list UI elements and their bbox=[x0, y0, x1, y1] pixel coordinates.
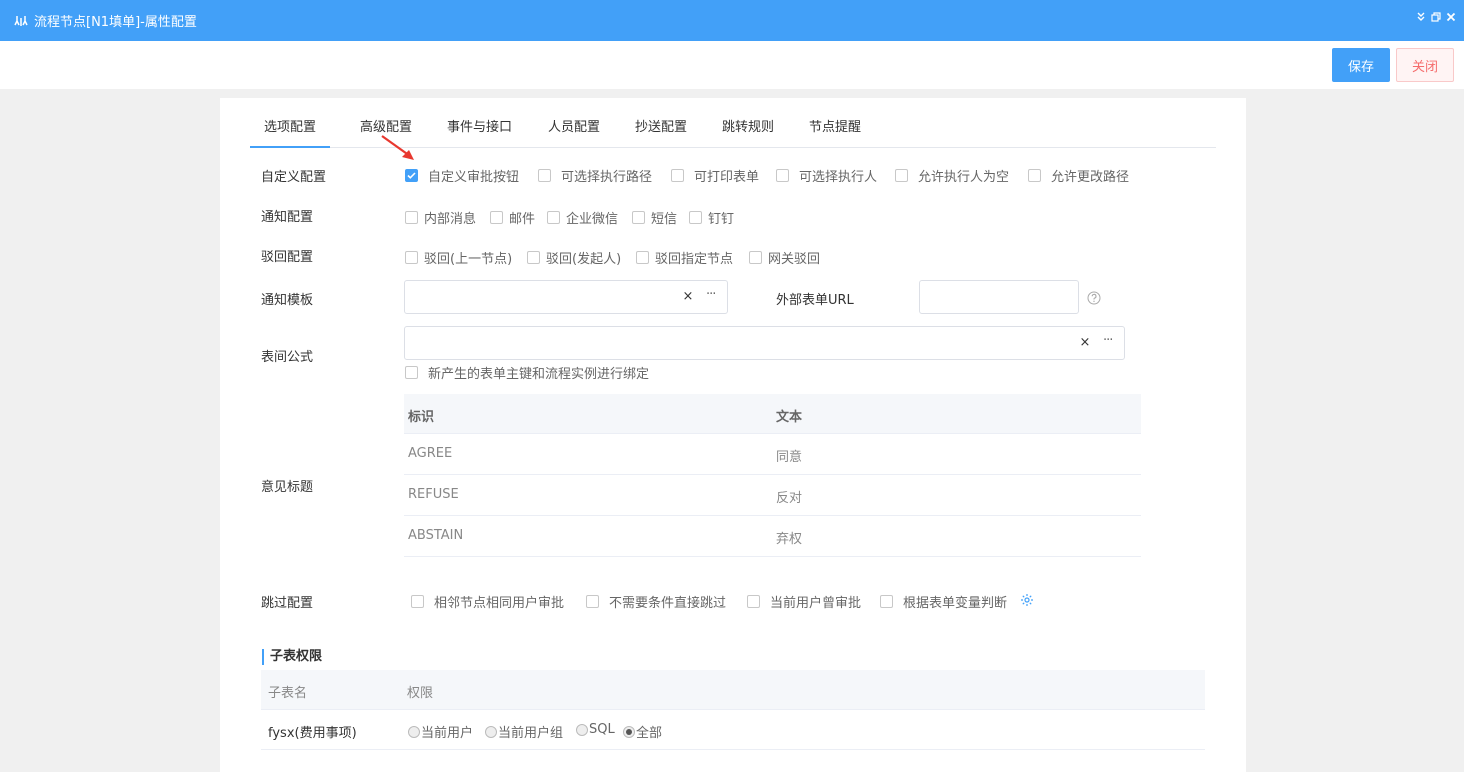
check-icon bbox=[405, 169, 418, 182]
table-header: 标识 文本 bbox=[404, 394, 1141, 434]
allow-change-path-checkbox[interactable]: 允许更改路径 bbox=[1028, 166, 1129, 185]
external-url-input[interactable] bbox=[919, 280, 1079, 314]
custom-approve-button-checkbox[interactable]: 自定义审批按钮 bbox=[405, 166, 519, 185]
allow-empty-executor-checkbox[interactable]: 允许执行人为空 bbox=[895, 166, 1009, 185]
tab-node-reminder[interactable]: 节点提醒 bbox=[809, 108, 861, 148]
subtable-section-title: 子表权限 bbox=[262, 649, 322, 665]
skip-form-variable-checkbox[interactable]: 根据表单变量判断 bbox=[880, 592, 1007, 611]
window-titlebar: 流程节点[N1填单]-属性配置 bbox=[0, 0, 1464, 41]
annotation-arrow-icon bbox=[381, 135, 414, 160]
custom-config-label: 自定义配置 bbox=[261, 170, 327, 185]
column-header-key: 标识 bbox=[408, 410, 435, 425]
formula-label: 表间公式 bbox=[261, 350, 314, 365]
reject-initiator-checkbox[interactable]: 驳回(发起人) bbox=[527, 248, 621, 267]
permission-radio-sql[interactable]: SQL bbox=[576, 722, 615, 737]
external-url-label: 外部表单URL bbox=[776, 293, 854, 308]
permission-radio-all[interactable]: 全部 bbox=[623, 722, 662, 741]
notify-template-label: 通知模板 bbox=[261, 293, 314, 308]
tab-jump-rules[interactable]: 跳转规则 bbox=[722, 108, 774, 148]
table-row[interactable]: REFUSE 反对 bbox=[404, 475, 1141, 516]
reject-previous-checkbox[interactable]: 驳回(上一节点) bbox=[405, 248, 512, 267]
table-row[interactable]: ABSTAIN 弃权 bbox=[404, 516, 1141, 557]
selectable-path-checkbox[interactable]: 可选择执行路径 bbox=[538, 166, 652, 185]
permission-radio-current-group[interactable]: 当前用户组 bbox=[485, 722, 563, 741]
close-icon[interactable] bbox=[1446, 12, 1456, 22]
save-button[interactable]: 保存 bbox=[1332, 48, 1390, 82]
collapse-icon[interactable] bbox=[1416, 12, 1426, 22]
reject-config-label: 驳回配置 bbox=[261, 250, 314, 265]
close-button[interactable]: 关闭 bbox=[1396, 48, 1454, 82]
notify-internal-checkbox[interactable]: 内部消息 bbox=[405, 208, 476, 227]
permission-radio-current-user[interactable]: 当前用户 bbox=[408, 722, 473, 741]
table-row: fysx(费用事项) 当前用户 当前用户组 SQL 全部 bbox=[261, 710, 1205, 750]
tab-options[interactable]: 选项配置 bbox=[250, 108, 330, 148]
clear-icon[interactable]: × bbox=[682, 290, 694, 304]
subtable-permission-table: 子表名 权限 fysx(费用事项) 当前用户 当前用户组 SQL 全部 bbox=[261, 670, 1205, 750]
column-header-text: 文本 bbox=[776, 410, 803, 425]
notify-wecom-checkbox[interactable]: 企业微信 bbox=[547, 208, 618, 227]
notify-sms-checkbox[interactable]: 短信 bbox=[632, 208, 677, 227]
notify-config-label: 通知配置 bbox=[261, 210, 314, 225]
selectable-executor-checkbox[interactable]: 可选择执行人 bbox=[776, 166, 877, 185]
reject-gateway-checkbox[interactable]: 网关驳回 bbox=[749, 248, 820, 267]
opinion-table: 标识 文本 AGREE 同意 REFUSE 反对 ABSTAIN 弃权 bbox=[404, 394, 1141, 557]
clear-icon[interactable]: × bbox=[1079, 336, 1091, 350]
notify-dingtalk-checkbox[interactable]: 钉钉 bbox=[689, 208, 734, 227]
skip-adjacent-same-user-checkbox[interactable]: 相邻节点相同用户审批 bbox=[411, 592, 564, 611]
table-row[interactable]: AGREE 同意 bbox=[404, 434, 1141, 475]
tab-personnel[interactable]: 人员配置 bbox=[548, 108, 600, 148]
skip-unconditional-checkbox[interactable]: 不需要条件直接跳过 bbox=[586, 592, 726, 611]
flow-icon bbox=[14, 14, 28, 28]
tab-cc[interactable]: 抄送配置 bbox=[635, 108, 687, 148]
toolbar: 保存 关闭 bbox=[0, 41, 1464, 89]
reject-specified-node-checkbox[interactable]: 驳回指定节点 bbox=[636, 248, 733, 267]
bind-instance-checkbox[interactable]: 新产生的表单主键和流程实例进行绑定 bbox=[405, 363, 649, 382]
notify-email-checkbox[interactable]: 邮件 bbox=[490, 208, 535, 227]
question-circle-icon[interactable] bbox=[1087, 291, 1101, 305]
column-header-permission: 权限 bbox=[407, 686, 434, 701]
column-header-subtable-name: 子表名 bbox=[268, 686, 308, 701]
gear-icon[interactable] bbox=[1020, 593, 1034, 607]
printable-form-checkbox[interactable]: 可打印表单 bbox=[671, 166, 759, 185]
restore-icon[interactable] bbox=[1431, 12, 1441, 22]
table-header: 子表名 权限 bbox=[261, 670, 1205, 710]
tab-events[interactable]: 事件与接口 bbox=[447, 108, 512, 148]
formula-input[interactable]: × ··· bbox=[404, 326, 1125, 360]
skip-user-approved-checkbox[interactable]: 当前用户曾审批 bbox=[747, 592, 861, 611]
more-icon[interactable]: ··· bbox=[1103, 334, 1119, 350]
notify-template-input[interactable]: × ··· bbox=[404, 280, 728, 314]
more-icon[interactable]: ··· bbox=[706, 288, 722, 304]
opinion-label: 意见标题 bbox=[261, 480, 314, 495]
skip-config-label: 跳过配置 bbox=[261, 596, 314, 611]
subtable-name: fysx(费用事项) bbox=[268, 726, 357, 741]
window-title: 流程节点[N1填单]-属性配置 bbox=[34, 15, 197, 30]
